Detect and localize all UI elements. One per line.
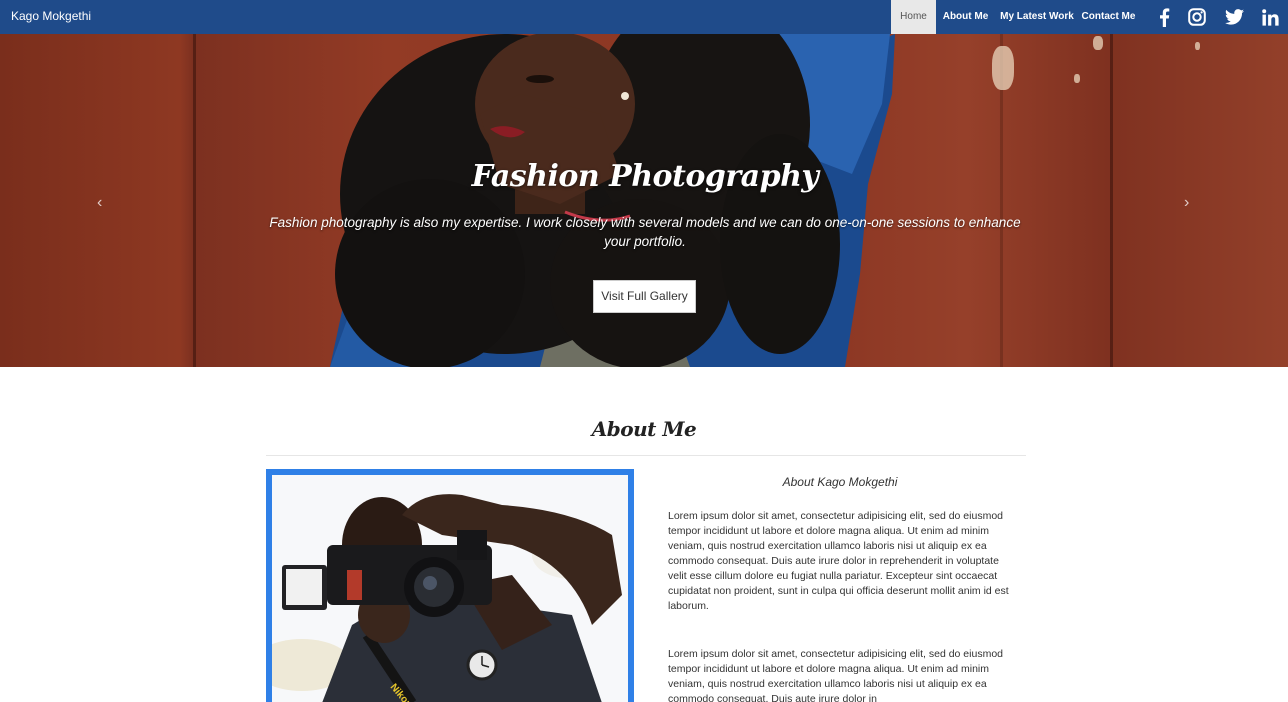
visit-full-gallery-button[interactable]: Visit Full Gallery bbox=[593, 280, 696, 313]
hero-carousel: Fashion Photography Fashion photography … bbox=[0, 34, 1288, 367]
nav-my-latest-work[interactable]: My Latest Work bbox=[995, 0, 1079, 34]
about-paragraph-2: Lorem ipsum dolor sit amet, consectetur … bbox=[668, 648, 1003, 702]
carousel-prev-icon[interactable]: ‹ bbox=[97, 194, 102, 212]
hero-title: Fashion Photography bbox=[471, 159, 819, 194]
hero-caption: Fashion Photography Fashion photography … bbox=[260, 159, 1030, 251]
linkedin-icon[interactable] bbox=[1259, 0, 1281, 34]
nav-home[interactable]: Home bbox=[891, 0, 936, 34]
brand-link[interactable]: Kago Mokgethi bbox=[11, 0, 91, 34]
carousel-next-icon[interactable]: › bbox=[1184, 194, 1189, 212]
nav-links: Home About Me My Latest Work Contact Me bbox=[891, 0, 1138, 34]
photographer-photo-frame: Nikon bbox=[266, 469, 634, 702]
photographer-photo: Nikon bbox=[272, 475, 628, 702]
nav-about-me[interactable]: About Me bbox=[936, 0, 995, 34]
top-navbar: Kago Mokgethi Home About Me My Latest Wo… bbox=[0, 0, 1288, 34]
instagram-icon[interactable] bbox=[1187, 0, 1207, 34]
about-paragraph-1: Lorem ipsum dolor sit amet, consectetur … bbox=[668, 510, 1009, 612]
about-section-title: About Me bbox=[591, 417, 697, 441]
about-subtitle: About Kago Mokgethi bbox=[782, 475, 898, 489]
section-divider bbox=[266, 455, 1026, 456]
nav-contact-me[interactable]: Contact Me bbox=[1079, 0, 1138, 34]
twitter-icon[interactable] bbox=[1223, 0, 1245, 34]
facebook-icon[interactable] bbox=[1154, 0, 1174, 34]
hero-description: Fashion photography is also my expertise… bbox=[269, 215, 1021, 249]
